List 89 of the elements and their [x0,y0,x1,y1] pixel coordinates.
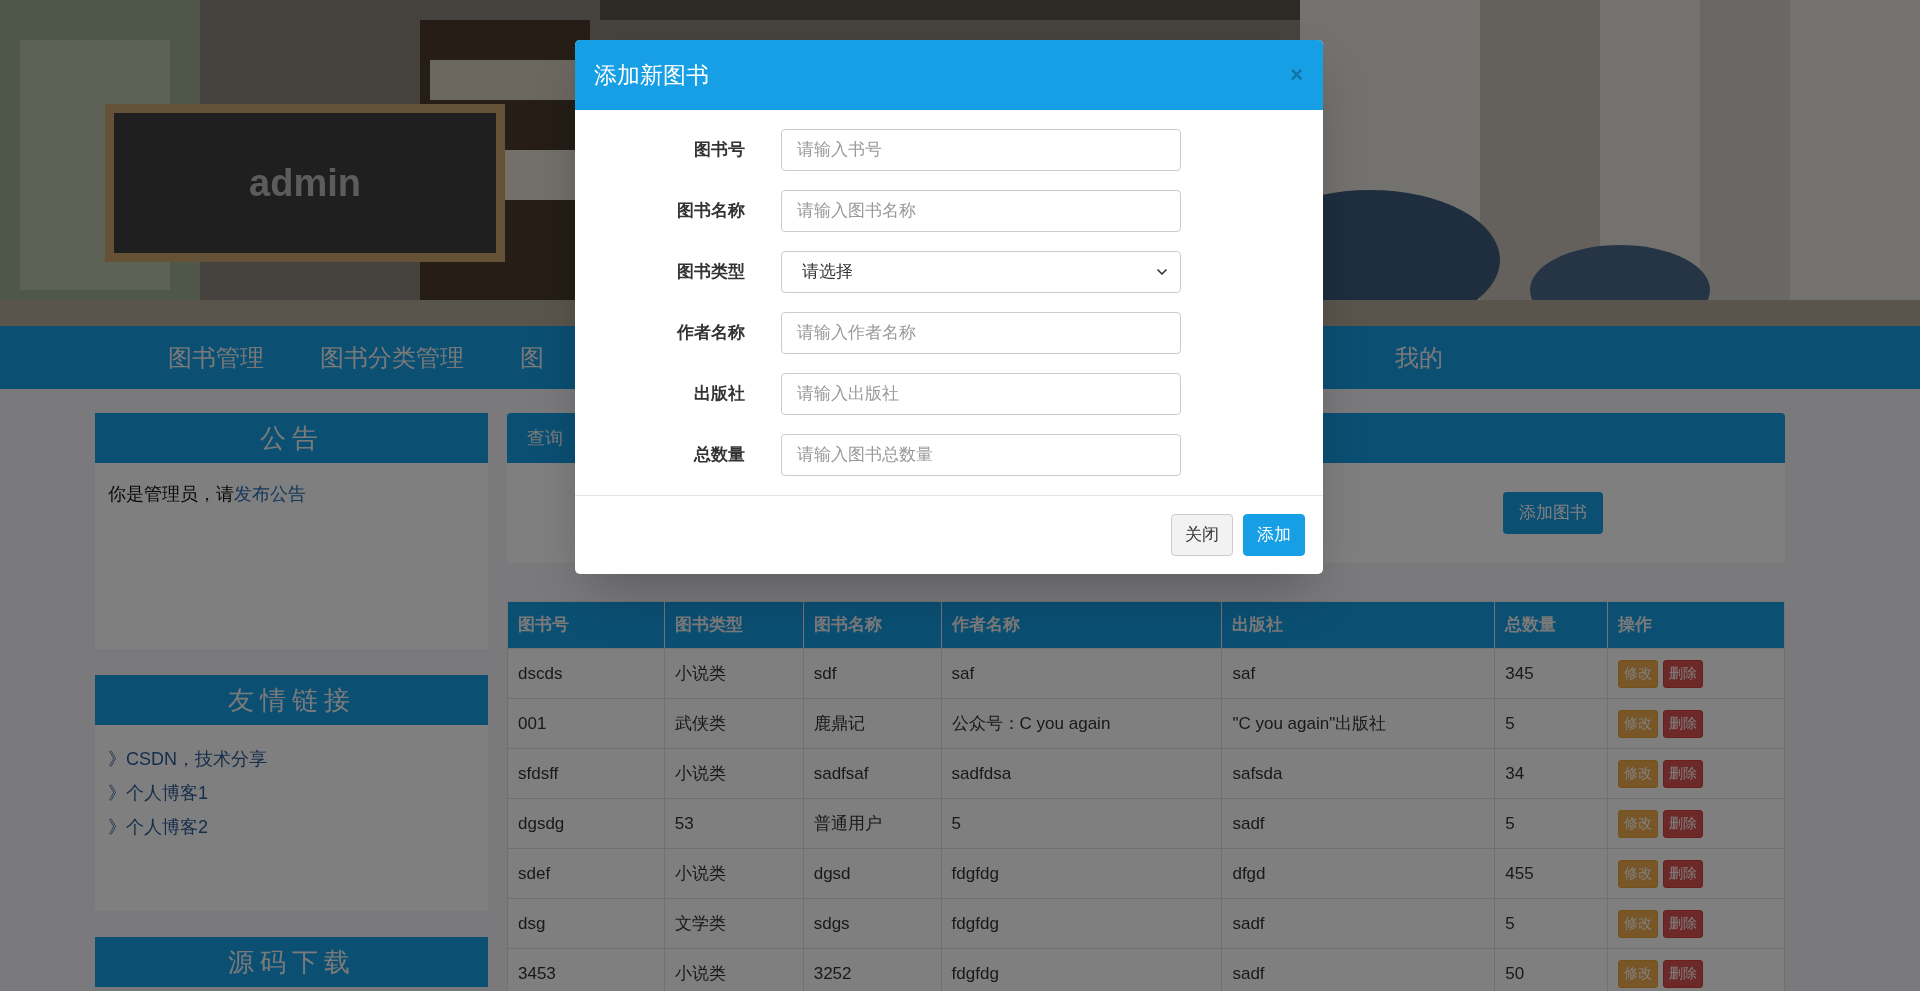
table-cell: safsda [1221,748,1495,799]
nav-item[interactable]: 图书分类管理 [320,339,464,376]
table-cell: 455 [1494,848,1608,899]
edit-button[interactable]: 修改 [1618,959,1659,988]
field-label: 图书号 [693,139,745,162]
table-cell: 公众号：C you again [941,698,1222,749]
table-cell: sdef [507,848,665,899]
column-header: 操作 [1607,601,1785,649]
delete-button[interactable]: 删除 [1663,709,1704,738]
table-cell: sdgs [803,898,942,949]
delete-button[interactable]: 删除 [1663,759,1704,788]
table-cell: 5 [1494,698,1608,749]
panel-header: 公告 [95,413,488,463]
input-field[interactable]: 请输入图书总数量 [781,434,1181,476]
table-cell: dgsd [803,848,942,899]
close-dialog-button[interactable]: 关闭 [1171,514,1233,556]
table-cell: sadfdsa [941,748,1222,799]
friend-link[interactable]: 》个人博客1 [108,779,475,808]
table-cell: 001 [507,698,665,749]
add-button[interactable]: 添加 [1243,514,1305,556]
edit-button[interactable]: 修改 [1618,709,1659,738]
table-cell: 文学类 [664,898,804,949]
edit-button[interactable]: 修改 [1618,759,1659,788]
table-cell: 5 [941,798,1222,849]
friend-link[interactable]: 》个人博客2 [108,813,475,842]
publish-notice-link[interactable]: 发布公告 [234,484,306,504]
friend-link[interactable]: 》CSDN，技术分享 [108,745,475,774]
query-title: 查询 [527,426,563,450]
close-button[interactable]: × [1290,64,1303,86]
table-cell: sadf [1221,898,1495,949]
edit-button[interactable]: 修改 [1618,809,1659,838]
column-header: 图书名称 [803,601,942,649]
table-cell: dgsdg [507,798,665,849]
delete-button[interactable]: 删除 [1663,959,1704,988]
select-field[interactable]: 请选择 [781,251,1181,293]
edit-button[interactable]: 修改 [1618,859,1659,888]
input-field[interactable]: 请输入书号 [781,129,1181,171]
table-cell: 武侠类 [664,698,804,749]
panel-header: 友情链接 [95,675,488,725]
column-header: 出版社 [1221,601,1495,649]
input-field[interactable]: 请输入出版社 [781,373,1181,415]
field-label: 图书类型 [676,261,745,284]
delete-button[interactable]: 删除 [1663,809,1704,838]
table-cell: sadfsaf [803,748,942,799]
table-cell: dsg [507,898,665,949]
delete-button[interactable]: 删除 [1663,909,1704,938]
table-cell: saf [941,648,1222,699]
edit-button[interactable]: 修改 [1618,909,1659,938]
input-field[interactable]: 请输入图书名称 [781,190,1181,232]
table-cell: 小说类 [664,648,804,699]
panel-header: 源码下载 [95,937,488,987]
field-label: 作者名称 [675,322,745,345]
table-cell: sdf [803,648,942,699]
nav-item[interactable]: 图书管理 [168,339,264,376]
table-cell: 345 [1494,648,1608,699]
table-cell: 5 [1494,798,1608,849]
table-cell: dfgd [1221,848,1495,899]
nav-item[interactable]: 图 [520,339,544,376]
board-text: admin [249,160,361,206]
add-book-button[interactable]: 添加图书 [1503,492,1603,534]
table-cell: sfdsff [507,748,665,799]
modal-title: 添加新图书 [594,60,709,90]
table-cell: 34 [1494,748,1608,799]
table-cell: saf [1221,648,1495,699]
table-cell: fdgfdg [941,898,1222,949]
table-cell: sadf [1221,798,1495,849]
column-header: 图书号 [507,601,665,649]
column-header: 图书类型 [664,601,804,649]
edit-button[interactable]: 修改 [1618,659,1659,688]
table-cell: 小说类 [664,748,804,799]
table-cell: dscds [507,648,665,699]
table-cell: 3453 [507,948,665,991]
nav-item[interactable]: 我的 [1395,339,1443,376]
table-cell: 鹿鼎记 [803,698,942,749]
table-cell: 小说类 [664,848,804,899]
table-cell: fdgfdg [941,848,1222,899]
delete-button[interactable]: 删除 [1663,659,1704,688]
field-label: 出版社 [693,383,745,406]
table-cell: 5 [1494,898,1608,949]
delete-button[interactable]: 删除 [1663,859,1704,888]
field-label: 图书名称 [676,200,745,223]
table-cell: "C you again"出版社 [1221,698,1495,749]
column-header: 总数量 [1494,601,1608,649]
column-header: 作者名称 [941,601,1222,649]
table-cell: 普通用户 [803,798,942,849]
table-cell: 53 [664,798,804,849]
notice-text: 你是管理员，请发布公告 [108,483,307,506]
field-label: 总数量 [692,444,745,467]
input-field[interactable]: 请输入作者名称 [781,312,1181,354]
